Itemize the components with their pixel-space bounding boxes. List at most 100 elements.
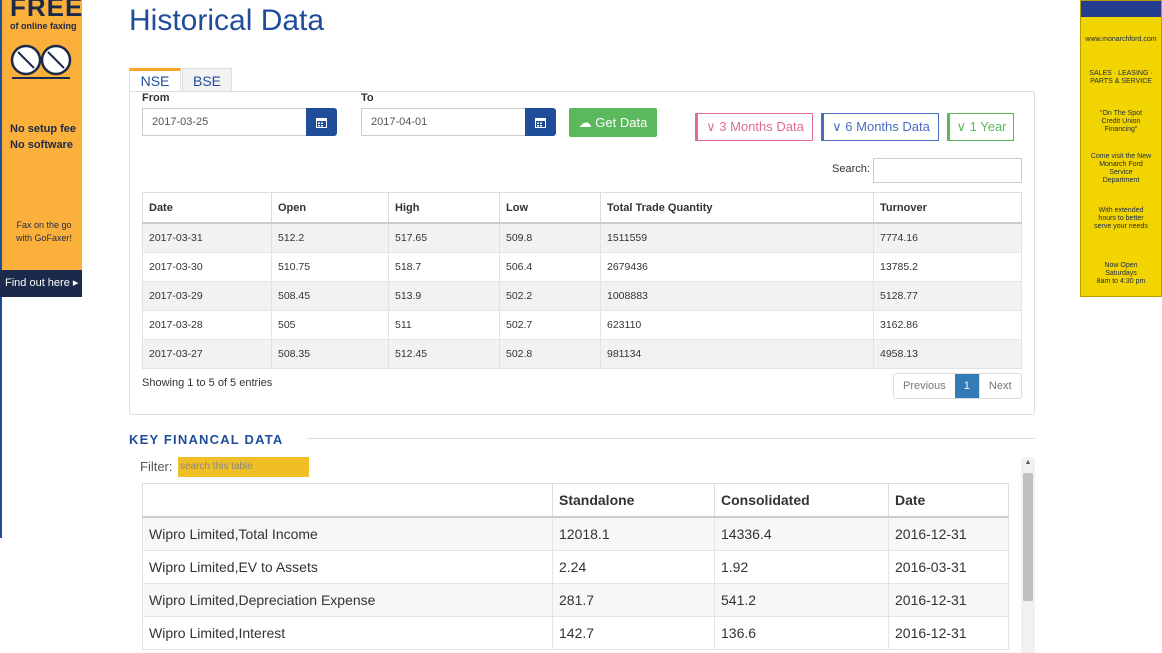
left-ad-banner[interactable]: FREE of online faxing No setup fee No so… bbox=[0, 0, 82, 538]
cell-high: 512.45 bbox=[388, 339, 500, 369]
cell-turnover: 3162.86 bbox=[873, 310, 1022, 340]
cell-metric: Wipro Limited,Depreciation Expense bbox=[142, 583, 553, 617]
heading-divider bbox=[307, 438, 1035, 439]
three-months-data-button[interactable]: ∨ 3 Months Data bbox=[695, 113, 813, 141]
cell-date: 2016-03-31 bbox=[888, 550, 1009, 584]
tab-bse[interactable]: BSE bbox=[182, 68, 232, 92]
ad-top-band bbox=[1081, 1, 1161, 17]
one-year-data-button[interactable]: ∨ 1 Year bbox=[947, 113, 1014, 141]
to-label: To bbox=[361, 92, 374, 104]
search-input[interactable] bbox=[873, 158, 1022, 183]
tab-nse[interactable]: NSE bbox=[129, 68, 181, 92]
table-header-row: Standalone Consolidated Date bbox=[142, 483, 1009, 518]
cell-standalone: 281.7 bbox=[552, 583, 715, 617]
calendar-icon bbox=[535, 118, 546, 129]
ad-text: "On The Spot bbox=[1099, 110, 1143, 117]
ad-cta-label: Find out here bbox=[5, 277, 70, 289]
ad-financing: "On The Spot Credit Union Financing" bbox=[1085, 110, 1157, 134]
cell-quantity: 981134 bbox=[600, 339, 874, 369]
cell-high: 511 bbox=[388, 310, 500, 340]
ad-text: With extended bbox=[1098, 207, 1144, 214]
cell-standalone: 12018.1 bbox=[552, 516, 715, 551]
cell-quantity: 2679436 bbox=[600, 252, 874, 282]
column-header-date[interactable]: Date bbox=[142, 192, 272, 224]
column-header-standalone[interactable]: Standalone bbox=[552, 483, 715, 518]
cell-metric: Wipro Limited,Total Income bbox=[142, 516, 553, 551]
ad-visit: Come visit the New Monarch Ford Service Dep… bbox=[1085, 153, 1157, 185]
ad-tagline: Fax on the go with GoFaxer! bbox=[12, 219, 76, 245]
ad-text: Department bbox=[1102, 177, 1140, 184]
key-financial-data-table: Standalone Consolidated Date Wipro Limit… bbox=[142, 483, 1009, 650]
pagination-page-1[interactable]: 1 bbox=[954, 374, 979, 398]
scrollbar-thumb[interactable] bbox=[1023, 473, 1033, 601]
pagination-next[interactable]: Next bbox=[978, 374, 1021, 398]
ad-text: hours to better bbox=[1098, 215, 1144, 222]
cloud-download-icon: ☁ bbox=[578, 115, 592, 130]
table-scrollbar[interactable]: ▲ bbox=[1021, 457, 1035, 653]
ad-text: Monarch Ford bbox=[1099, 161, 1143, 168]
filter-label: Filter: bbox=[140, 459, 173, 474]
ad-text: Now Open bbox=[1104, 262, 1138, 269]
left-ad-panel[interactable]: FREE of online faxing No setup fee No so… bbox=[0, 0, 82, 270]
filter-input[interactable]: search this table bbox=[178, 457, 309, 477]
cell-metric: Wipro Limited,EV to Assets bbox=[142, 550, 553, 584]
column-header-open[interactable]: Open bbox=[271, 192, 389, 224]
historical-data-table: Date Open High Low Total Trade Quantity … bbox=[142, 192, 1022, 369]
ad-headline: FREE bbox=[10, 0, 84, 22]
cell-open: 508.45 bbox=[271, 281, 389, 311]
right-ad-banner[interactable]: www.monarchford.com SALES · LEASING · PAR… bbox=[1080, 0, 1162, 297]
cell-date: 2017-03-29 bbox=[142, 281, 272, 311]
ad-text: SALES · LEASING · bbox=[1089, 70, 1153, 77]
cell-high: 518.7 bbox=[388, 252, 500, 282]
six-months-data-button[interactable]: ∨ 6 Months Data bbox=[821, 113, 939, 141]
column-header-low[interactable]: Low bbox=[499, 192, 601, 224]
cell-open: 512.2 bbox=[271, 222, 389, 253]
column-header-consolidated[interactable]: Consolidated bbox=[714, 483, 889, 518]
cell-date: 2017-03-31 bbox=[142, 222, 272, 253]
cell-standalone: 142.7 bbox=[552, 616, 715, 650]
ad-cta-button[interactable]: Find out here ▸ bbox=[0, 270, 82, 297]
fax-bird-icon bbox=[10, 44, 72, 79]
column-header-total-trade-quantity[interactable]: Total Trade Quantity bbox=[600, 192, 874, 224]
table-row: 2017-03-28 505 511 502.7 623110 3162.86 bbox=[142, 310, 1022, 340]
double-chevron-down-icon: ∨ bbox=[706, 119, 716, 134]
cell-date: 2017-03-27 bbox=[142, 339, 272, 369]
table-row: 2017-03-30 510.75 518.7 506.4 2679436 13… bbox=[142, 252, 1022, 282]
to-calendar-button[interactable] bbox=[525, 108, 556, 136]
column-header-name[interactable] bbox=[142, 483, 553, 518]
pagination: Previous 1 Next bbox=[893, 373, 1022, 399]
one-year-label: 1 Year bbox=[969, 119, 1007, 134]
double-chevron-down-icon: ∨ bbox=[956, 119, 966, 134]
from-calendar-button[interactable] bbox=[306, 108, 337, 136]
column-header-high[interactable]: High bbox=[388, 192, 500, 224]
table-header-row: Date Open High Low Total Trade Quantity … bbox=[142, 192, 1022, 224]
ad-text: Saturdays bbox=[1105, 270, 1137, 277]
cell-quantity: 1008883 bbox=[600, 281, 874, 311]
to-date-input[interactable]: 2017-04-01 bbox=[361, 108, 526, 136]
ad-saturdays: Now Open Saturdays 8am to 4:30 pm bbox=[1085, 262, 1157, 286]
ad-text: Service bbox=[1109, 169, 1133, 176]
ad-tagline-1: Fax on the go bbox=[16, 220, 72, 230]
cell-consolidated: 136.6 bbox=[714, 616, 889, 650]
ad-text: Credit Union bbox=[1101, 118, 1141, 125]
cell-consolidated: 14336.4 bbox=[714, 516, 889, 551]
column-header-date[interactable]: Date bbox=[888, 483, 1009, 518]
ad-tagline-2: with GoFaxer! bbox=[15, 233, 73, 243]
get-data-button[interactable]: ☁ Get Data bbox=[569, 108, 657, 137]
from-date-input[interactable]: 2017-03-25 bbox=[142, 108, 307, 136]
cell-consolidated: 1.92 bbox=[714, 550, 889, 584]
ad-text: Financing" bbox=[1104, 126, 1138, 133]
search-label: Search: bbox=[832, 163, 870, 175]
cell-date: 2017-03-30 bbox=[142, 252, 272, 282]
pagination-previous[interactable]: Previous bbox=[894, 374, 955, 398]
column-header-turnover[interactable]: Turnover bbox=[873, 192, 1022, 224]
scroll-up-icon[interactable]: ▲ bbox=[1021, 459, 1035, 466]
cell-consolidated: 541.2 bbox=[714, 583, 889, 617]
ad-benefit-1: No setup fee bbox=[10, 123, 77, 135]
cell-date: 2016-12-31 bbox=[888, 616, 1009, 650]
ad-hours: With extended hours to better serve your n… bbox=[1085, 207, 1157, 231]
cell-turnover: 4958.13 bbox=[873, 339, 1022, 369]
cell-open: 508.35 bbox=[271, 339, 389, 369]
cell-high: 517.65 bbox=[388, 222, 500, 253]
cell-low: 502.7 bbox=[499, 310, 601, 340]
